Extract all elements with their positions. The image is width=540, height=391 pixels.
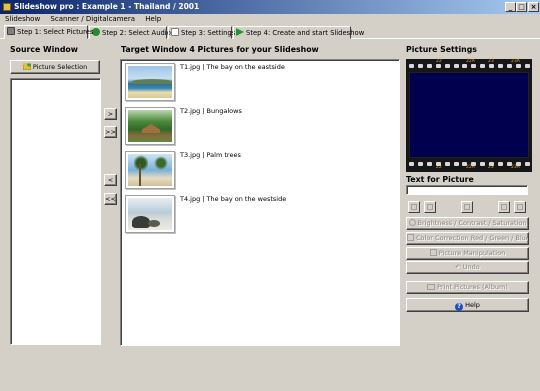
thumbnail [125, 151, 175, 189]
source-window-heading: Source Window [10, 45, 78, 54]
menu-scanner[interactable]: Scanner / Digitalcamera [45, 14, 138, 25]
picture-preview [409, 72, 529, 158]
film-sprocket-hole [435, 162, 441, 166]
add-all-pictures-button[interactable]: >> [104, 126, 117, 138]
film-sprocket-hole [506, 162, 512, 166]
film-sprocket-hole [435, 64, 441, 68]
mirror-button[interactable] [461, 201, 473, 213]
remove-all-pictures-button[interactable]: << [104, 193, 117, 205]
picture-label: T4.jpg | The bay on the westside [180, 195, 287, 203]
color-correction-button[interactable]: Color Correction Red / Green / Blue [406, 232, 529, 245]
rotate-left-icon [411, 204, 417, 210]
film-sprocket-hole [462, 162, 468, 166]
picture-item-t1[interactable]: T1.jpg | The bay on the eastside [125, 63, 395, 105]
film-sprocket-hole [471, 162, 477, 166]
film-sprocket-hole [489, 64, 495, 68]
add-picture-button[interactable]: > [104, 108, 117, 120]
film-sprocket-hole [471, 64, 477, 68]
picture-item-t3[interactable]: T3.jpg | Palm trees [125, 151, 395, 193]
picture-settings-heading: Picture Settings [406, 45, 477, 54]
picture-label: T1.jpg | The bay on the eastside [180, 63, 285, 71]
step-tabs: Step 1: Select Pictures Step 2: Select A… [0, 25, 540, 39]
picture-manipulation-button[interactable]: Picture Manipulation [406, 247, 529, 260]
crop-icon [501, 204, 507, 210]
film-sprocket-hole [480, 162, 486, 166]
mirror-icon [464, 204, 470, 210]
remove-picture-button[interactable]: < [104, 174, 117, 186]
picture-preview-filmstrip: 22 22A 23 23A 22 22A 23 23A [406, 59, 532, 172]
rotate-right-icon [427, 204, 433, 210]
manipulation-icon [429, 249, 437, 256]
folder-icon [22, 63, 32, 71]
source-list[interactable] [10, 78, 101, 345]
thumbnail [125, 195, 175, 233]
print-pictures-button[interactable]: Print Pictures (Album) [406, 281, 529, 294]
minimize-button[interactable]: _ [505, 2, 516, 12]
film-sprocket-hole [480, 64, 486, 68]
flip-icon [517, 204, 523, 210]
close-button[interactable]: × [528, 2, 539, 12]
tab-step1[interactable]: Step 1: Select Pictures [4, 25, 93, 39]
film-sprocket-hole [444, 64, 450, 68]
window-title: Slideshow pro : Example 1 - Thailand / 2… [14, 2, 200, 11]
tab-step2[interactable]: Step 2: Select Audio [89, 26, 171, 39]
film-sprocket-hole [462, 64, 468, 68]
target-list[interactable]: T1.jpg | The bay on the eastside T2.jpg … [120, 59, 400, 346]
thumbnail [125, 63, 175, 101]
undo-button[interactable]: ↶ Undo [406, 261, 529, 274]
help-button[interactable]: ? Help [406, 298, 529, 312]
film-sprocket-hole [489, 162, 495, 166]
film-sprocket-hole [444, 162, 450, 166]
film-sprocket-hole [498, 162, 503, 166]
film-sprocket-hole [515, 162, 521, 166]
film-sprocket-hole [417, 162, 423, 166]
thumbnail [125, 107, 175, 145]
picture-label: T3.jpg | Palm trees [180, 151, 241, 159]
film-sprocket-hole [524, 162, 530, 166]
rotate-left-button[interactable] [408, 201, 420, 213]
film-sprocket-hole [426, 162, 432, 166]
menu-bar: Slideshow Scanner / Digitalcamera Help [0, 14, 540, 25]
film-sprocket-hole [417, 64, 423, 68]
play-icon [236, 28, 244, 36]
camera-icon [7, 27, 15, 35]
rotate-right-button[interactable] [424, 201, 436, 213]
tab-step4[interactable]: Step 4: Create and start Slideshow [233, 26, 364, 39]
film-sprocket-hole [453, 64, 459, 68]
tab-step3[interactable]: Step 3: Settings [168, 26, 235, 39]
film-sprocket-hole [409, 162, 414, 166]
film-sprocket-hole [426, 64, 432, 68]
color-icon [407, 234, 414, 241]
undo-icon: ↶ [455, 263, 461, 271]
film-sprocket-hole [524, 64, 530, 68]
target-window-heading: Target Window 4 Pictures for your Slides… [121, 45, 319, 54]
film-sprocket-hole [498, 64, 503, 68]
settings-icon [171, 28, 179, 36]
film-sprocket-hole [515, 64, 521, 68]
film-sprocket-hole [409, 64, 414, 68]
picture-text-input[interactable] [406, 185, 528, 195]
menu-help[interactable]: Help [140, 14, 164, 25]
help-icon: ? [455, 303, 464, 311]
brightness-icon [408, 219, 416, 226]
crop-button[interactable] [498, 201, 510, 213]
film-sprocket-hole [506, 64, 512, 68]
menu-slideshow[interactable]: Slideshow [0, 14, 43, 25]
film-sprocket-hole [453, 162, 459, 166]
maximize-button[interactable]: □ [516, 2, 527, 12]
picture-item-t4[interactable]: T4.jpg | The bay on the westside [125, 195, 395, 237]
app-icon [3, 3, 11, 11]
printer-icon [427, 284, 436, 290]
text-for-picture-heading: Text for Picture [406, 175, 474, 184]
title-bar: Slideshow pro : Example 1 - Thailand / 2… [0, 0, 540, 14]
picture-item-t2[interactable]: T2.jpg | Bungalows [125, 107, 395, 149]
picture-label: T2.jpg | Bungalows [180, 107, 242, 115]
flip-button[interactable] [514, 201, 526, 213]
brightness-button[interactable]: Brightness / Contrast / Saturation [406, 217, 529, 230]
picture-selection-button[interactable]: Picture Selection [10, 60, 100, 74]
